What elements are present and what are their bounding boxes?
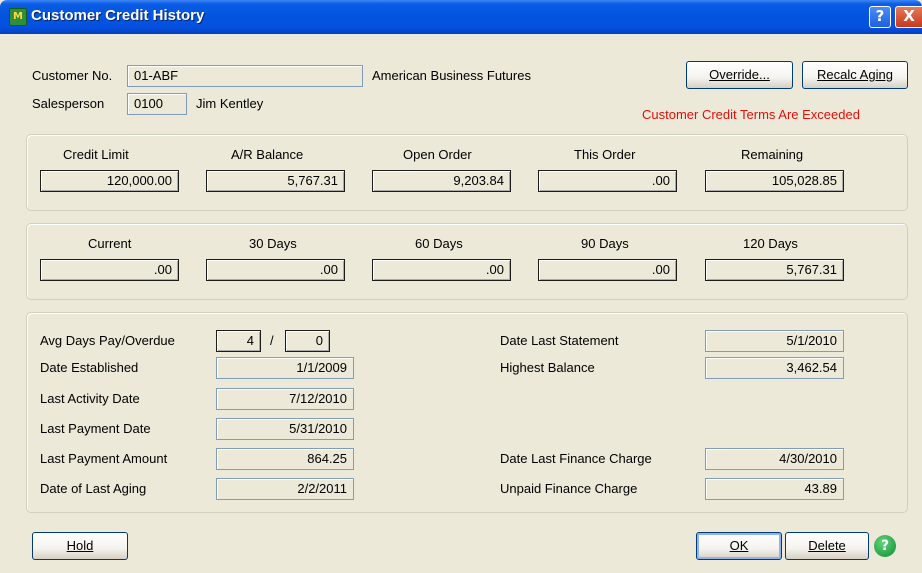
ar-balance-label: A/R Balance — [231, 147, 304, 162]
highest-balance-label: Highest Balance — [500, 360, 595, 375]
salesperson-name: Jim Kentley — [196, 96, 264, 111]
salesperson-code-field[interactable]: 0100 — [127, 93, 187, 115]
override-label: Override... — [709, 67, 770, 82]
30-days-label: 30 Days — [249, 236, 297, 251]
credit-limit-value: 120,000.00 — [40, 170, 179, 192]
help-button[interactable]: ? — [869, 6, 891, 28]
last-activity-label: Last Activity Date — [40, 391, 140, 406]
app-icon: M — [9, 8, 27, 26]
current-label: Current — [88, 236, 132, 251]
date-established-value: 1/1/2009 — [216, 357, 354, 379]
last-finance-charge-value: 4/30/2010 — [705, 448, 844, 470]
last-finance-charge-label: Date Last Finance Charge — [500, 451, 652, 466]
current-value: .00 — [40, 259, 179, 281]
highest-balance-value: 3,462.54 — [705, 357, 844, 379]
ok-label: OK — [729, 538, 749, 553]
last-payment-date-value: 5/31/2010 — [216, 418, 354, 440]
unpaid-finance-charge-value: 43.89 — [705, 478, 844, 500]
this-order-value: .00 — [538, 170, 677, 192]
last-activity-value: 7/12/2010 — [216, 388, 354, 410]
avg-days-separator: / — [270, 333, 274, 348]
delete-button[interactable]: Delete — [785, 532, 869, 560]
avg-days-pay-value: 4 — [216, 330, 261, 352]
90-days-value: .00 — [538, 259, 677, 281]
this-order-label: This Order — [574, 147, 636, 162]
ok-button[interactable]: OK — [696, 532, 782, 560]
credit-limit-label: Credit Limit — [63, 147, 129, 162]
120-days-value: 5,767.31 — [705, 259, 844, 281]
avg-days-label: Avg Days Pay/Overdue — [40, 333, 175, 348]
last-statement-label: Date Last Statement — [500, 333, 619, 348]
last-statement-value: 5/1/2010 — [705, 330, 844, 352]
hold-label: Hold — [66, 538, 94, 553]
last-aging-label: Date of Last Aging — [40, 481, 147, 496]
ar-balance-value: 5,767.31 — [206, 170, 345, 192]
window-title: Customer Credit History — [31, 7, 205, 24]
customer-name: American Business Futures — [372, 68, 531, 83]
last-aging-value: 2/2/2011 — [216, 478, 354, 500]
30-days-value: .00 — [206, 259, 345, 281]
date-established-label: Date Established — [40, 360, 139, 375]
customer-no-field[interactable]: 01-ABF — [127, 65, 363, 87]
avg-days-overdue-value: 0 — [285, 330, 330, 352]
last-payment-amount-value: 864.25 — [216, 448, 354, 470]
salesperson-label: Salesperson — [32, 96, 105, 111]
recalc-label: Recalc Aging — [817, 67, 893, 82]
customer-no-label: Customer No. — [32, 68, 113, 83]
override-button[interactable]: Override... — [686, 61, 793, 89]
60-days-value: .00 — [372, 259, 511, 281]
title-bar[interactable]: M Customer Credit History ? X — [0, 0, 922, 34]
open-order-value: 9,203.84 — [372, 170, 511, 192]
credit-warning: Customer Credit Terms Are Exceeded — [642, 107, 860, 122]
last-payment-amount-label: Last Payment Amount — [40, 451, 168, 466]
last-payment-date-label: Last Payment Date — [40, 421, 151, 436]
remaining-label: Remaining — [741, 147, 804, 162]
delete-label: Delete — [808, 538, 846, 553]
60-days-label: 60 Days — [415, 236, 463, 251]
90-days-label: 90 Days — [581, 236, 629, 251]
open-order-label: Open Order — [403, 147, 472, 162]
recalc-aging-button[interactable]: Recalc Aging — [802, 61, 908, 89]
close-button[interactable]: X — [895, 6, 922, 28]
unpaid-finance-charge-label: Unpaid Finance Charge — [500, 481, 638, 496]
help-icon[interactable]: ? — [874, 535, 896, 557]
120-days-label: 120 Days — [743, 236, 798, 251]
hold-button[interactable]: Hold — [32, 532, 128, 560]
remaining-value: 105,028.85 — [705, 170, 844, 192]
